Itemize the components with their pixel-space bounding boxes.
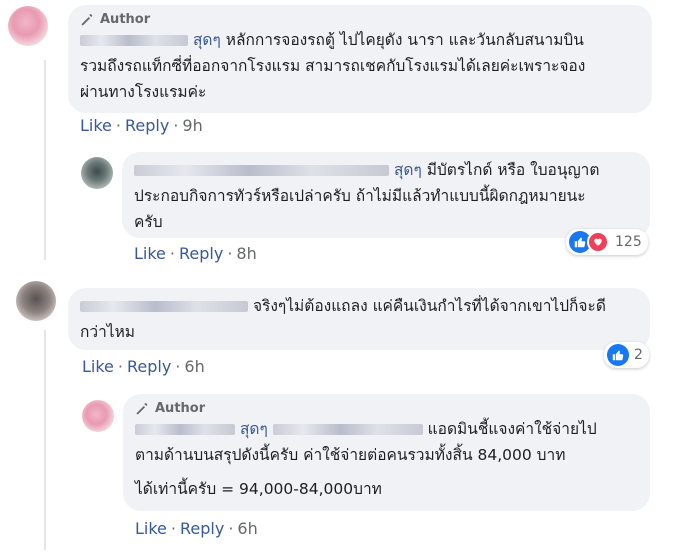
author-badge: Author [80, 12, 640, 27]
thread-line [44, 60, 46, 260]
reaction-summary[interactable]: 2 [604, 342, 649, 368]
reply-link[interactable]: Reply [127, 357, 171, 376]
comment-actions: Like · Reply · 6h [82, 357, 205, 376]
commenter-name[interactable] [80, 35, 188, 46]
like-reaction-icon [607, 344, 629, 366]
like-link[interactable]: Like [82, 357, 114, 376]
timestamp[interactable]: 6h [184, 357, 204, 376]
reply-link[interactable]: Reply [125, 116, 169, 135]
reaction-count: 125 [615, 234, 642, 250]
pen-icon [136, 402, 148, 414]
reaction-count: 2 [634, 347, 643, 363]
like-link[interactable]: Like [80, 116, 112, 135]
avatar[interactable] [82, 400, 114, 432]
commenter-name-suffix[interactable]: สุดๆ [240, 420, 268, 438]
reaction-summary[interactable]: 125 [566, 229, 648, 255]
reply-link[interactable]: Reply [179, 244, 223, 263]
comment-text: สุดๆ มีบัตรไกด์ หรือ ใบอนุญาต ประกอบกิจก… [134, 161, 600, 231]
like-link[interactable]: Like [134, 244, 166, 263]
comment-text: สุดๆ หลักการจองรถตู้ ไปไคยุดัง นารา และว… [80, 31, 586, 101]
comment-actions: Like · Reply · 9h [80, 116, 203, 135]
commenter-name-suffix[interactable]: สุดๆ [193, 31, 221, 49]
commenter-name[interactable] [272, 424, 423, 435]
pen-icon [81, 13, 93, 25]
comment-bubble: จริงๆไม่ต้องแถลง แค่คืนเงินกำไรที่ได้จาก… [68, 288, 650, 350]
comment-bubble: Author สุดๆ แอดมินชี้แจงค่าใช้จ่ายไป ตาม… [123, 394, 650, 511]
commenter-name[interactable] [134, 165, 389, 176]
comment-bubble: สุดๆ มีบัตรไกด์ หรือ ใบอนุญาต ประกอบกิจก… [122, 152, 650, 238]
reply-link[interactable]: Reply [180, 519, 224, 538]
avatar[interactable] [81, 157, 113, 189]
timestamp[interactable]: 6h [237, 519, 257, 538]
comment-text: ได้เท่านี้ครับ = 94,000-84,000บาท [135, 480, 382, 498]
commenter-name[interactable] [135, 424, 235, 435]
avatar[interactable] [8, 6, 48, 46]
avatar[interactable] [16, 281, 56, 321]
commenter-name-suffix[interactable]: สุดๆ [394, 161, 422, 179]
timestamp[interactable]: 9h [182, 116, 202, 135]
comment-actions: Like · Reply · 6h [135, 519, 258, 538]
commenter-name[interactable] [80, 301, 248, 312]
comment-text: สุดๆ แอดมินชี้แจงค่าใช้จ่ายไป ตามด้านบนส… [135, 420, 597, 464]
thread-line [44, 330, 46, 550]
love-reaction-icon [587, 231, 609, 253]
like-link[interactable]: Like [135, 519, 167, 538]
comment-actions: Like · Reply · 8h [134, 244, 257, 263]
comment-bubble: Author สุดๆ หลักการจองรถตู้ ไปไคยุดัง นา… [68, 5, 652, 113]
comment-text: จริงๆไม่ต้องแถลง แค่คืนเงินกำไรที่ได้จาก… [80, 297, 606, 341]
timestamp[interactable]: 8h [236, 244, 256, 263]
author-badge: Author [135, 401, 638, 416]
